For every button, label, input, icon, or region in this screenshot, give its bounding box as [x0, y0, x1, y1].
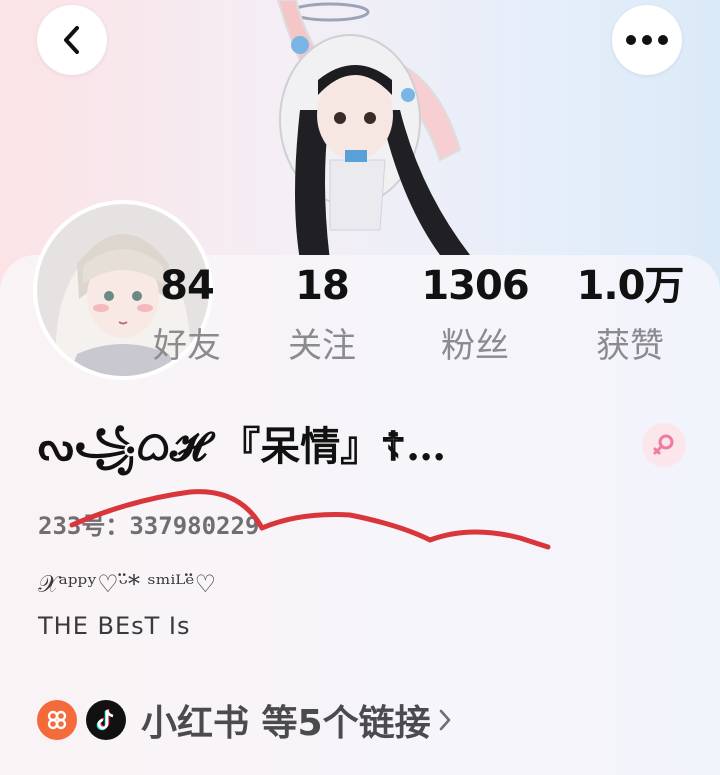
stat-following-label: 关注	[288, 326, 356, 366]
stat-followers-value: 1306	[421, 263, 529, 309]
xiaohongshu-icon[interactable]	[37, 700, 77, 740]
gender-badge	[642, 423, 686, 467]
stat-friends-value: 84	[160, 263, 215, 309]
stat-likes-label: 获赞	[596, 326, 664, 366]
stat-likes-value: 1.0万	[576, 263, 685, 309]
stat-friends[interactable]: 84 好友	[127, 264, 247, 366]
bio-line-2: THE BEsT Is	[38, 612, 191, 640]
stat-likes[interactable]: 1.0万 获赞	[570, 264, 690, 366]
user-id[interactable]: 233号：337980229	[38, 506, 259, 541]
stat-following[interactable]: 18 关注	[262, 264, 382, 366]
stat-followers[interactable]: 1306 粉丝	[415, 264, 535, 366]
nickname: ᔓ꧁ᜊ𝓗 『呆情』☦︎…	[38, 423, 447, 470]
back-button[interactable]	[37, 5, 107, 75]
tiktok-icon[interactable]	[86, 700, 126, 740]
external-links[interactable]: 小红书 等5个链接	[37, 692, 453, 748]
stat-following-value: 18	[295, 263, 350, 309]
more-button[interactable]	[612, 5, 682, 75]
stat-followers-label: 粉丝	[441, 326, 509, 366]
chevron-right-icon	[439, 709, 450, 731]
bio-line-1: 𝒳ᵃᵖᵖʸ♡ᵕ̈* ˢᵐⁱᴸᵉ̈♡	[38, 570, 217, 598]
chevron-left-icon	[64, 26, 79, 54]
links-label[interactable]: 小红书 等5个链接	[141, 694, 431, 746]
female-icon	[653, 434, 674, 455]
stat-friends-label: 好友	[153, 326, 221, 366]
more-horizontal-icon	[626, 35, 668, 45]
